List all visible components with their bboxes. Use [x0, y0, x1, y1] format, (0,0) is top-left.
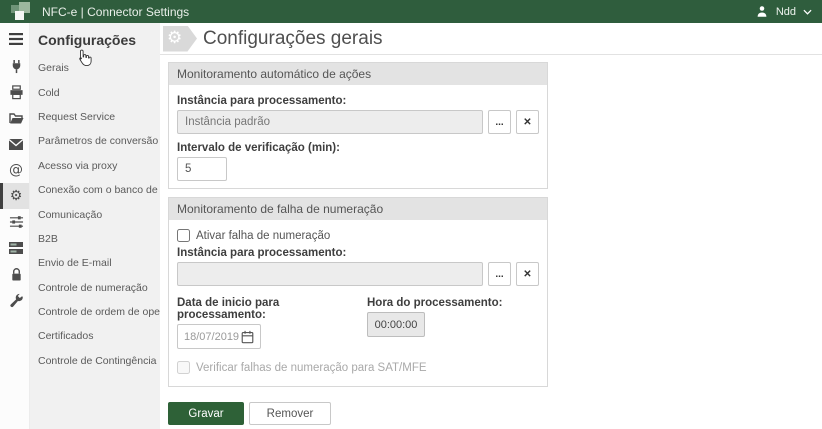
sidebar-item-parametros-conversao[interactable]: Parâmetros de conversão	[30, 129, 160, 153]
app-title: NFC-e | Connector Settings	[42, 5, 189, 19]
sidebar-item-acesso-proxy[interactable]: Acesso via proxy	[30, 154, 160, 178]
rail-item-tools[interactable]	[0, 287, 29, 313]
auto-monitoring-panel-body: Instância para processamento: ... ✕ Inte…	[169, 85, 547, 188]
page-header: ⚙ Configurações gerais	[160, 23, 822, 55]
chevron-down-icon	[803, 9, 812, 15]
user-name: Ndd	[776, 6, 796, 18]
numbering-failure-panel-title: Monitoramento de falha de numeração	[169, 198, 547, 220]
instance-label: Instância para processamento:	[177, 95, 539, 107]
icon-rail: @ ⚙	[0, 23, 30, 429]
sidebar-item-conexao-banco[interactable]: Conexão com o banco de dados	[30, 178, 160, 202]
main-panel: ⚙ Configurações gerais Monitoramento aut…	[160, 23, 822, 429]
sidebar-item-gerais[interactable]: Gerais	[30, 56, 160, 80]
topbar: NFC-e | Connector Settings Ndd	[0, 0, 822, 23]
interval-label: Intervalo de verificação (min):	[177, 142, 539, 154]
content-area: @ ⚙	[0, 23, 822, 429]
sidebar-item-controle-contingencia[interactable]: Controle de Contingência	[30, 349, 160, 373]
rail-item-settings[interactable]: ⚙	[0, 183, 29, 209]
app-logo	[10, 2, 34, 21]
instance-clear-button[interactable]: ✕	[516, 110, 539, 134]
start-date-value: 18/07/2019	[184, 331, 239, 343]
sat-mfe-label: Verificar falhas de numeração para SAT/M…	[196, 362, 427, 374]
mouse-cursor-icon	[76, 49, 92, 73]
auto-monitoring-panel: Monitoramento automático de ações Instân…	[168, 62, 548, 189]
page-gear-badge: ⚙	[163, 26, 197, 52]
remove-button[interactable]: Remover	[249, 402, 331, 425]
enable-failure-checkbox[interactable]	[177, 229, 190, 242]
failure-instance-browse-button[interactable]: ...	[488, 262, 511, 286]
rail-item-menu[interactable]	[0, 27, 29, 51]
rail-item-printer[interactable]	[0, 79, 29, 105]
form-actions: Gravar Remover	[168, 395, 822, 425]
logo-square	[15, 11, 24, 20]
printer-icon	[9, 85, 24, 100]
sidebar-item-request-service[interactable]: Request Service	[30, 105, 160, 129]
instance-browse-button[interactable]: ...	[488, 110, 511, 134]
rail-item-security[interactable]	[0, 261, 29, 287]
sidebar-item-controle-ordem-operacao[interactable]: Controle de ordem de operação	[30, 300, 160, 324]
numbering-failure-panel: Monitoramento de falha de numeração Ativ…	[168, 197, 548, 387]
enable-failure-check-row: Ativar falha de numeração	[177, 229, 539, 242]
rail-item-files[interactable]	[0, 105, 29, 131]
failure-instance-input	[177, 262, 483, 286]
sidebar-item-comunicacao[interactable]: Comunicação	[30, 202, 160, 226]
sidebar-item-envio-email[interactable]: Envio de E-mail	[30, 251, 160, 275]
interval-input[interactable]	[177, 157, 227, 181]
auto-monitoring-panel-title: Monitoramento automático de ações	[169, 63, 547, 85]
at-icon: @	[9, 163, 23, 177]
gear-icon: ⚙	[167, 30, 182, 47]
numbering-failure-panel-body: Ativar falha de numeração Instância para…	[169, 220, 547, 386]
folder-open-icon	[8, 111, 24, 125]
sat-mfe-checkbox	[177, 361, 190, 374]
sidebar-item-b2b[interactable]: B2B	[30, 227, 160, 251]
hamburger-menu-icon	[8, 33, 24, 45]
server-icon	[8, 241, 24, 255]
save-button[interactable]: Gravar	[168, 402, 244, 425]
sidebar: Configurações Gerais Cold Request Servic…	[30, 23, 160, 429]
processing-time-value: 00:00:00	[367, 312, 425, 337]
failure-instance-clear-button[interactable]: ✕	[516, 262, 539, 286]
start-date-picker[interactable]: 18/07/2019	[177, 324, 261, 349]
envelope-icon	[8, 138, 24, 151]
rail-item-mail[interactable]	[0, 131, 29, 157]
rail-item-sliders[interactable]	[0, 209, 29, 235]
lock-icon	[10, 267, 23, 282]
page-title: Configurações gerais	[203, 28, 383, 50]
instance-label: Instância para processamento:	[177, 247, 539, 259]
calendar-icon	[241, 330, 254, 344]
gear-icon: ⚙	[10, 189, 23, 203]
sidebar-item-cold[interactable]: Cold	[30, 80, 160, 104]
user-icon	[755, 4, 769, 19]
instance-input	[177, 110, 483, 134]
rail-item-server[interactable]	[0, 235, 29, 261]
sliders-icon	[9, 215, 24, 229]
user-menu[interactable]: Ndd	[755, 4, 812, 19]
enable-failure-label: Ativar falha de numeração	[196, 230, 330, 242]
settings-form: Monitoramento automático de ações Instân…	[160, 55, 822, 429]
rail-item-connector[interactable]	[0, 53, 29, 79]
wrench-icon	[9, 293, 24, 308]
rail-item-at[interactable]: @	[0, 157, 29, 183]
sidebar-item-controle-numeracao[interactable]: Controle de numeração	[30, 276, 160, 300]
sat-check-row: Verificar falhas de numeração para SAT/M…	[177, 361, 539, 374]
sidebar-item-certificados[interactable]: Certificados	[30, 324, 160, 348]
processing-time-label: Hora do processamento:	[367, 297, 502, 309]
plug-icon	[9, 59, 24, 74]
start-date-label: Data de inicio para processamento:	[177, 297, 367, 321]
sidebar-title: Configurações	[30, 23, 160, 56]
